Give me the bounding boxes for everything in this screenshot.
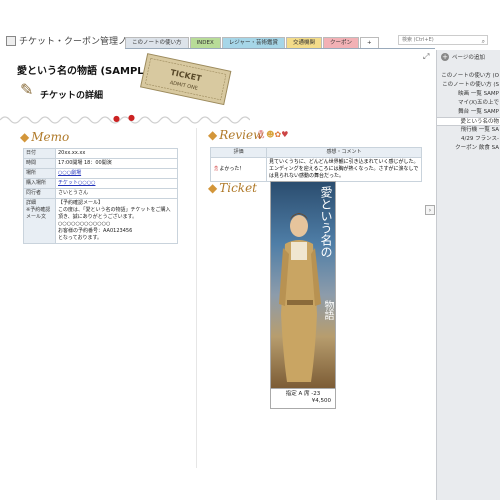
memo-link[interactable]: ○○○劇場 xyxy=(58,170,81,176)
page-list-item[interactable]: このノートの使い方 (O xyxy=(437,72,500,81)
memo-value[interactable]: チケット○○○○ xyxy=(55,178,178,189)
add-page-label: ページの追加 xyxy=(452,55,485,61)
page-list-pane: + ページの追加 このノートの使い方 (O このノートの使い方 (S 映画 一覧 S… xyxy=(436,50,500,500)
review-rating: よかった！ xyxy=(219,166,245,172)
page-canvas[interactable]: ⤢ 愛という名の物語 (SAMPLE) TICKET ADMIT ONE ✎ チ… xyxy=(0,50,436,500)
scallop-border xyxy=(0,116,250,124)
page-list-item[interactable]: 飛行機 一覧 SA xyxy=(437,126,500,135)
collapse-pane-button[interactable]: › xyxy=(425,205,435,215)
review-rating-cell[interactable]: 🎗よかった！ xyxy=(210,157,267,182)
column-divider xyxy=(196,128,197,468)
notebook-header: チケット・クーポン管理ノート ▼ このノートの使い方INDEXレジャー・芸術鑑賞… xyxy=(0,0,500,50)
page-list-item[interactable]: マイ(X)五の上で xyxy=(437,99,500,108)
page-subtitle: チケットの詳細 xyxy=(40,91,104,101)
memo-key: 詳細 ※予約確認メール文 xyxy=(23,198,56,244)
memo-value[interactable]: 17:00開場 18：00開演 xyxy=(55,158,178,169)
memo-heading-text: Memo xyxy=(31,130,70,144)
section-tab[interactable]: + xyxy=(360,37,379,48)
section-tab[interactable]: 交通機関 xyxy=(285,37,322,48)
plus-icon: + xyxy=(441,53,449,61)
memo-table[interactable]: 日付 20xx.xx.xx 時間 17:00開場 18：00開演 場所 ○○○劇場 購入場所… xyxy=(23,148,178,244)
memo-key: 日付 xyxy=(23,148,56,159)
ticket-heading-text: Ticket xyxy=(219,181,257,195)
tab-underline xyxy=(125,48,435,49)
memo-row: 購入場所 チケット○○○○ xyxy=(23,178,178,189)
ribbon-icon: 🎗 xyxy=(256,130,267,139)
page-list-item[interactable]: 4/29 フランス- xyxy=(437,135,500,144)
pushpin-icon: ● xyxy=(113,114,120,123)
poster-image[interactable]: 愛という名の 物語 xyxy=(270,181,336,389)
poster-title-2: 物語 xyxy=(322,300,333,320)
pen-icon: ✎ xyxy=(20,80,34,99)
page-list-item[interactable]: このノートの使い方 (S xyxy=(437,81,500,90)
review-col-comment: 感想・コメント xyxy=(266,147,422,158)
memo-link[interactable]: チケット○○○○ xyxy=(58,180,95,186)
review-col-rating: 評価 xyxy=(210,147,267,158)
section-tab[interactable]: レジャー・芸術鑑賞 xyxy=(221,37,285,48)
memo-value[interactable]: 【予約確認メール】 この度は、「愛という名の物語」チケットをご購入頂き、誠にあり… xyxy=(55,198,178,244)
memo-row: 場所 ○○○劇場 xyxy=(23,168,178,179)
page-list-item[interactable]: クーポン 飲食 SA xyxy=(437,144,500,153)
search-placeholder: 検索 (Ctrl+E) xyxy=(402,37,434,43)
memo-row: 時間 17:00開場 18：00開演 xyxy=(23,158,178,169)
page-list-item[interactable]: 映画 一覧 SAMP xyxy=(437,90,500,99)
ticket-seat: 指定 A 席 -23 xyxy=(285,391,321,397)
add-page-button[interactable]: + ページの追加 xyxy=(441,53,485,61)
ticket-illustration: TICKET ADMIT ONE xyxy=(139,53,232,106)
ticket-price: ¥4,500 xyxy=(311,398,331,404)
memo-value[interactable]: ○○○劇場 xyxy=(55,168,178,179)
search-icon[interactable]: ⌕ xyxy=(482,37,485,46)
page-list-item[interactable]: 舞台 一覧 SAMP xyxy=(437,108,500,117)
page-list: このノートの使い方 (O このノートの使い方 (S 映画 一覧 SAMP マイ(X)五… xyxy=(437,72,500,153)
face-icon: ☻ xyxy=(266,130,275,139)
pushpin-icon: ● xyxy=(128,113,135,122)
memo-value[interactable]: 20xx.xx.xx xyxy=(55,148,178,159)
poster-title-1: 愛という名の xyxy=(319,186,333,258)
memo-value[interactable]: さいとうさん xyxy=(55,188,178,199)
memo-key: 場所 xyxy=(23,168,56,179)
search-input[interactable]: 検索 (Ctrl+E) ⌕ xyxy=(398,35,488,45)
expand-icon[interactable]: ⤢ xyxy=(423,52,429,62)
section-tab[interactable]: INDEX xyxy=(189,37,221,48)
onenote-window: チケット・クーポン管理ノート ▼ このノートの使い方INDEXレジャー・芸術鑑賞… xyxy=(0,0,500,500)
memo-key: 時間 xyxy=(23,158,56,169)
memo-heading: ◆ Memo xyxy=(20,130,70,144)
memo-row: 詳細 ※予約確認メール文 【予約確認メール】 この度は、「愛という名の物語」チケッ… xyxy=(23,198,178,244)
ticket-heading: ◆ Ticket xyxy=(208,181,257,195)
heart-icon: ♥ xyxy=(281,130,289,139)
memo-key: 購入場所 xyxy=(23,178,56,189)
memo-key: 同行者 xyxy=(23,188,56,199)
notebook-icon xyxy=(6,35,16,46)
review-comment[interactable]: 見ていくうちに、どんどん世界観に引き込まれていく感じがした。エンディングを迎える… xyxy=(266,157,422,182)
page-list-item[interactable]: 愛という名の物 xyxy=(437,117,500,126)
section-tab[interactable]: クーポン xyxy=(322,37,359,48)
memo-row: 日付 20xx.xx.xx xyxy=(23,148,178,159)
section-tabs: このノートの使い方 INDEX レジャー・芸術鑑賞 交通機関 クーポン + xyxy=(125,37,379,48)
ticket-info[interactable]: 指定 A 席 -23 ¥4,500 xyxy=(270,389,336,409)
memo-row: 同行者 さいとうさん xyxy=(23,188,178,199)
review-table[interactable]: 評価 感想・コメント 🎗よかった！ 見ていくうちに、どんどん世界観に引き込まれて… xyxy=(210,147,422,182)
review-stickers: 🎗☻✿♥ xyxy=(256,130,288,139)
section-tab[interactable]: このノートの使い方 xyxy=(125,37,189,48)
